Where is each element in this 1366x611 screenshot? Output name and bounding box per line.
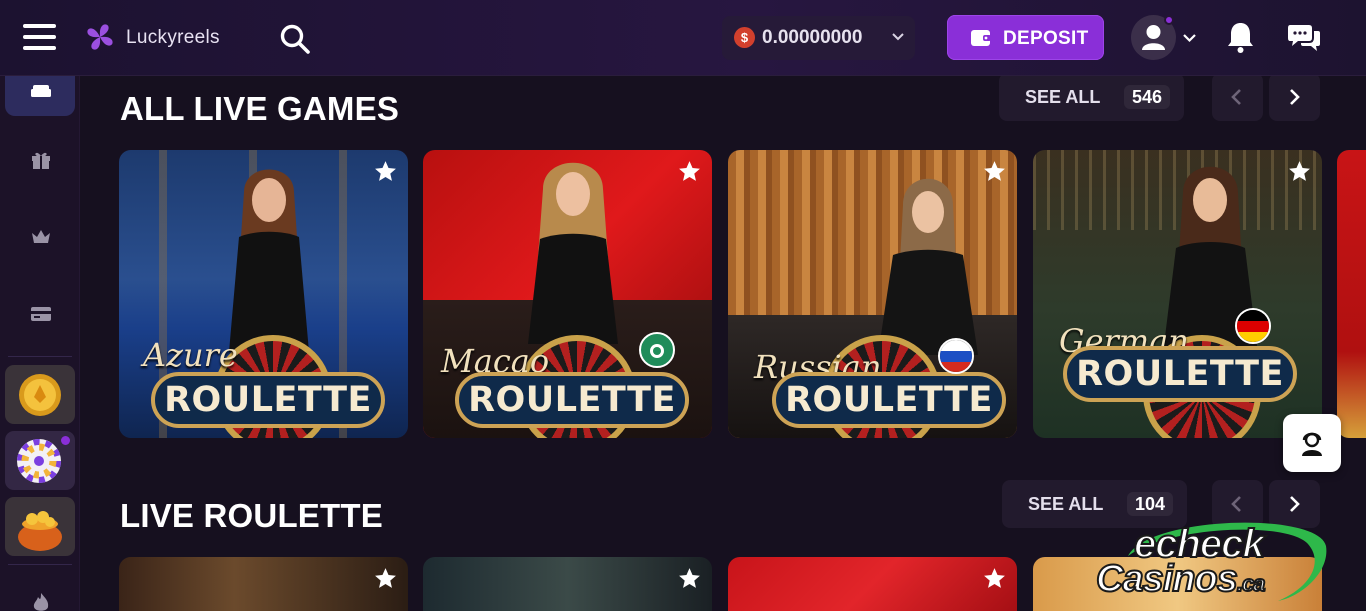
game-title: ROULETTE <box>1076 354 1284 394</box>
deposit-label: DEPOSIT <box>1003 28 1089 49</box>
echeck-casinos-watermark: echeck Casinos.ca <box>1088 516 1333 606</box>
promo-notification-dot <box>61 436 70 445</box>
brand-name[interactable]: Luckyreels <box>126 27 220 49</box>
game-card-russian-roulette[interactable]: Russian ROULETTE <box>728 150 1017 438</box>
sidebar-promo-treasure[interactable] <box>5 497 75 556</box>
game-card-partial[interactable] <box>1337 150 1366 438</box>
chat-icon[interactable] <box>1287 21 1321 53</box>
hamburger-menu-icon[interactable] <box>23 24 56 50</box>
star-icon[interactable] <box>677 566 702 591</box>
star-icon[interactable] <box>373 159 398 184</box>
star-icon[interactable] <box>1287 159 1312 184</box>
game-card-german-roulette[interactable]: German ROULETTE <box>1033 150 1322 438</box>
dollar-coin-icon: $ <box>734 27 755 48</box>
fire-icon[interactable] <box>30 592 52 611</box>
top-header: Luckyreels $ 0.00000000 DEPOSIT <box>0 0 1366 76</box>
see-all-button[interactable]: SEE ALL 546 <box>999 73 1184 121</box>
game-card[interactable] <box>728 557 1017 611</box>
watermark-line2: Casinos.ca <box>1095 557 1267 601</box>
sidebar-promo-coins[interactable] <box>5 365 75 424</box>
treasure-pot-icon <box>18 511 62 551</box>
sidebar-item-payments[interactable] <box>5 282 75 346</box>
star-icon[interactable] <box>982 159 1007 184</box>
sidebar-item-vip[interactable] <box>5 205 75 269</box>
game-card[interactable] <box>119 557 408 611</box>
game-card-azure-roulette[interactable]: Azure ROULETTE <box>119 150 408 438</box>
section-title-live-roulette: LIVE ROULETTE <box>120 497 383 534</box>
chevron-right-icon <box>1290 89 1300 105</box>
sidebar-promo-wheel[interactable] <box>5 431 75 490</box>
germany-flag-icon <box>1235 308 1271 344</box>
balance-selector[interactable]: $ 0.00000000 <box>722 16 915 60</box>
sofa-icon <box>31 85 51 97</box>
star-icon[interactable] <box>677 159 702 184</box>
sidebar-divider <box>8 356 72 357</box>
sidebar-item-promotions[interactable] <box>5 128 75 192</box>
game-card[interactable] <box>423 557 712 611</box>
watermark-brand: Casinos <box>1095 557 1239 601</box>
support-button[interactable] <box>1283 414 1341 472</box>
gift-icon <box>32 152 50 169</box>
game-title: ROULETTE <box>468 380 676 420</box>
chevron-down-icon[interactable] <box>1181 29 1198 46</box>
brand-logo-icon[interactable] <box>85 22 115 52</box>
sidebar <box>0 52 80 611</box>
balance-amount: 0.00000000 <box>762 27 863 48</box>
game-script-title: Azure <box>143 336 238 374</box>
crown-icon <box>32 230 50 243</box>
game-count-badge: 546 <box>1124 85 1171 109</box>
game-title-plaque: ROULETTE <box>455 372 689 428</box>
section-title-all-live-games: ALL LIVE GAMES <box>120 90 400 127</box>
star-icon[interactable] <box>982 566 1007 591</box>
dealer-image <box>528 162 618 344</box>
dealer-image <box>229 169 309 352</box>
star-icon[interactable] <box>373 566 398 591</box>
wallet-icon <box>971 30 991 46</box>
card-background <box>119 557 408 611</box>
chevron-right-icon <box>1290 496 1300 512</box>
game-count-badge: 104 <box>1127 492 1174 516</box>
carousel-next-button[interactable] <box>1269 73 1320 121</box>
game-title-plaque: ROULETTE <box>151 372 385 428</box>
card-background <box>1337 150 1366 438</box>
chevron-down-icon <box>892 33 904 41</box>
carousel-prev-button[interactable] <box>1212 73 1263 121</box>
game-title-plaque: ROULETTE <box>772 372 1006 428</box>
card-background <box>423 557 712 611</box>
see-all-label: SEE ALL <box>1028 494 1104 514</box>
sidebar-divider <box>8 564 72 565</box>
chevron-left-icon <box>1231 89 1241 105</box>
support-agent-icon <box>1302 432 1322 456</box>
search-icon[interactable] <box>279 23 311 55</box>
russia-flag-icon <box>938 338 974 374</box>
game-title: ROULETTE <box>785 380 993 420</box>
dealer-image <box>878 178 978 355</box>
chevron-left-icon <box>1231 496 1241 512</box>
game-title-plaque: ROULETTE <box>1063 346 1297 402</box>
gold-coin-icon <box>19 374 61 416</box>
see-all-label: SEE ALL <box>1025 87 1101 107</box>
bell-icon[interactable] <box>1225 20 1256 54</box>
card-background <box>728 557 1017 611</box>
watermark-suffix: .ca <box>1236 570 1267 597</box>
game-title: ROULETTE <box>164 380 372 420</box>
credit-card-icon <box>31 307 51 321</box>
deposit-button[interactable]: DEPOSIT <box>947 15 1104 60</box>
avatar-notification-dot <box>1164 15 1174 25</box>
game-card-macao-roulette[interactable]: Macao ROULETTE <box>423 150 712 438</box>
macau-flag-icon <box>639 332 675 368</box>
